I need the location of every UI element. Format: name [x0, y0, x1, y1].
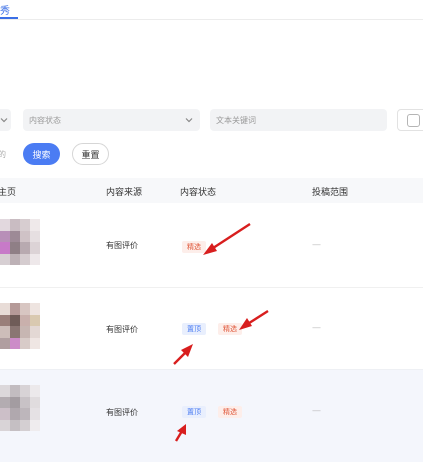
- tag-featured: 精选: [182, 241, 206, 253]
- tab-active[interactable]: 秀: [0, 2, 10, 17]
- header-col1: 主页: [0, 188, 17, 198]
- thumbnail-image[interactable]: [0, 385, 40, 431]
- checkbox-filter[interactable]: [397, 109, 423, 131]
- table-row[interactable]: [0, 369, 423, 462]
- table-row[interactable]: [0, 203, 423, 287]
- tab-divider: [0, 19, 423, 20]
- content-status-placeholder: 内容状态: [29, 115, 61, 125]
- header-source: 内容来源: [106, 188, 143, 198]
- header-range: 投稿范围: [312, 188, 349, 198]
- row-source: 有图评价: [106, 325, 138, 334]
- tag-featured: 精选: [218, 406, 242, 418]
- checkbox[interactable]: [407, 114, 420, 127]
- thumbnail-image[interactable]: [0, 219, 40, 265]
- chevron-down-icon: [0, 118, 8, 123]
- tag-pinned: 置顶: [182, 406, 206, 418]
- tag-pinned: 置顶: [182, 323, 206, 335]
- thumbnail-image[interactable]: [0, 303, 40, 349]
- row-range: —: [312, 323, 321, 333]
- row-source: 有图评价: [106, 408, 138, 417]
- row-range: —: [312, 240, 321, 250]
- chevron-down-icon: [185, 118, 193, 123]
- header-status: 内容状态: [180, 188, 217, 198]
- search-button[interactable]: 搜索: [23, 143, 60, 165]
- tag-featured: 精选: [218, 323, 242, 335]
- truncated-text: 的: [0, 150, 6, 159]
- content-status-select[interactable]: 内容状态: [23, 109, 200, 131]
- row-source: 有图评价: [106, 241, 138, 250]
- reset-button[interactable]: 重置: [72, 143, 109, 165]
- filter-select-partial[interactable]: [0, 109, 11, 131]
- keyword-input[interactable]: 文本关键词: [210, 109, 387, 131]
- keyword-placeholder: 文本关键词: [216, 115, 256, 125]
- row-range: —: [312, 406, 321, 416]
- table-row[interactable]: [0, 287, 423, 370]
